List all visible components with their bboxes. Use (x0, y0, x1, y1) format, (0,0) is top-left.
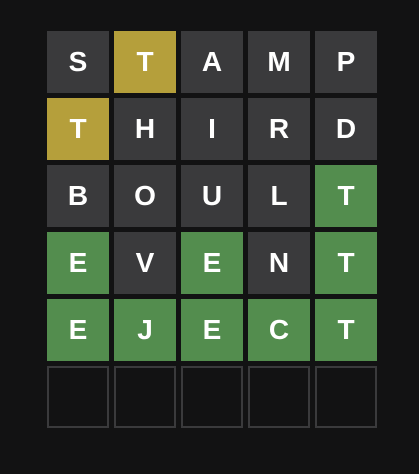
tile-absent: N (248, 232, 310, 294)
tile-correct: C (248, 299, 310, 361)
tile-absent: D (315, 98, 377, 160)
tile-absent: B (47, 165, 109, 227)
tile-empty (248, 366, 310, 428)
tile-empty (114, 366, 176, 428)
tile-absent: L (248, 165, 310, 227)
tile-absent: V (114, 232, 176, 294)
tile-present: T (114, 31, 176, 93)
tile-correct: T (315, 232, 377, 294)
tile-correct: E (181, 299, 243, 361)
tile-absent: P (315, 31, 377, 93)
game-board: S T A M P T H I R D B O U L T E V E N T … (47, 31, 377, 428)
tile-correct: J (114, 299, 176, 361)
tile-absent: U (181, 165, 243, 227)
tile-absent: I (181, 98, 243, 160)
tile-correct: T (315, 165, 377, 227)
tile-empty (47, 366, 109, 428)
tile-correct: T (315, 299, 377, 361)
tile-absent: H (114, 98, 176, 160)
tile-present: T (47, 98, 109, 160)
tile-correct: E (47, 232, 109, 294)
tile-empty (315, 366, 377, 428)
tile-absent: O (114, 165, 176, 227)
tile-correct: E (181, 232, 243, 294)
tile-absent: R (248, 98, 310, 160)
tile-empty (181, 366, 243, 428)
tile-absent: A (181, 31, 243, 93)
tile-absent: M (248, 31, 310, 93)
tile-correct: E (47, 299, 109, 361)
tile-absent: S (47, 31, 109, 93)
